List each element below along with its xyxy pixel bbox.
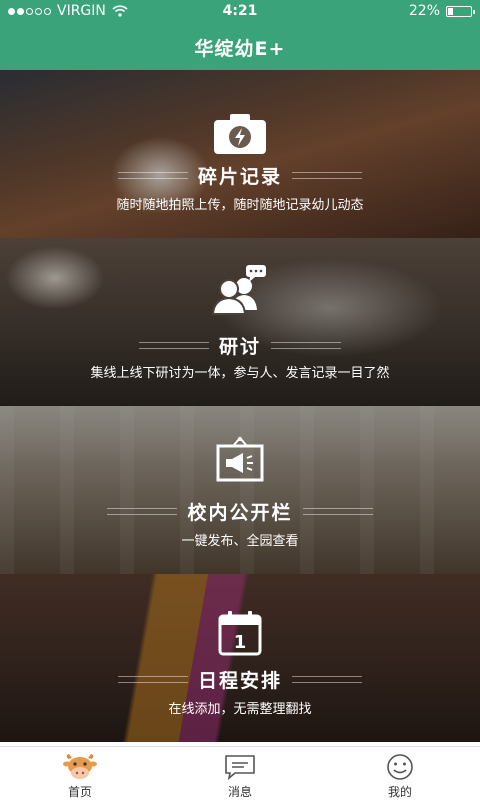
camera-icon [212, 112, 268, 160]
announcement-board-icon [215, 436, 265, 488]
tab-home[interactable]: 首页 [0, 747, 160, 801]
feature-title: 研讨 [218, 336, 261, 358]
tab-label: 我的 [387, 785, 412, 799]
calendar-icon: 1 [217, 610, 263, 660]
feature-card-discussion[interactable]: 研讨 集线上线下研讨为一体，参与人、发言记录一目了然 [0, 238, 480, 406]
battery-percent: 22% [408, 3, 440, 19]
battery-icon [446, 5, 475, 17]
tab-label: 消息 [227, 785, 252, 799]
tab-label: 首页 [67, 785, 92, 799]
feature-subtitle: 一键发布、全园查看 [181, 534, 299, 549]
feature-subtitle: 随时随地拍照上传，随时随地记录幼儿动态 [116, 198, 364, 213]
feature-subtitle: 在线添加，无需整理翻找 [168, 702, 312, 717]
app-header: 华绽幼E+ [0, 24, 480, 70]
feature-card-schedule[interactable]: 1 日程安排 在线添加，无需整理翻找 [0, 574, 480, 742]
cow-mascot-icon [63, 754, 97, 779]
feature-subtitle: 集线上线下研讨为一体，参与人、发言记录一目了然 [90, 366, 390, 381]
status-bar: VIRGIN 4:21 22% [0, 0, 480, 24]
page-title: 华绽幼E+ [194, 37, 286, 60]
feature-card-campus-board[interactable]: 校内公开栏 一键发布、全园查看 [0, 406, 480, 574]
smiley-icon [387, 754, 413, 780]
feature-title: 校内公开栏 [187, 502, 293, 524]
discussion-icon [210, 264, 270, 320]
calendar-day: 1 [234, 632, 247, 653]
feature-card-fragment-record[interactable]: 碎片记录 随时随地拍照上传，随时随地记录幼儿动态 [0, 70, 480, 238]
bottom-tab-bar: 首页 消息 我的 [0, 746, 480, 801]
feature-title: 日程安排 [197, 670, 282, 692]
tab-profile[interactable]: 我的 [320, 747, 480, 801]
tab-messages[interactable]: 消息 [160, 747, 320, 801]
feature-title: 碎片记录 [197, 166, 282, 188]
status-right: 22% [408, 3, 475, 19]
message-icon [225, 755, 255, 781]
